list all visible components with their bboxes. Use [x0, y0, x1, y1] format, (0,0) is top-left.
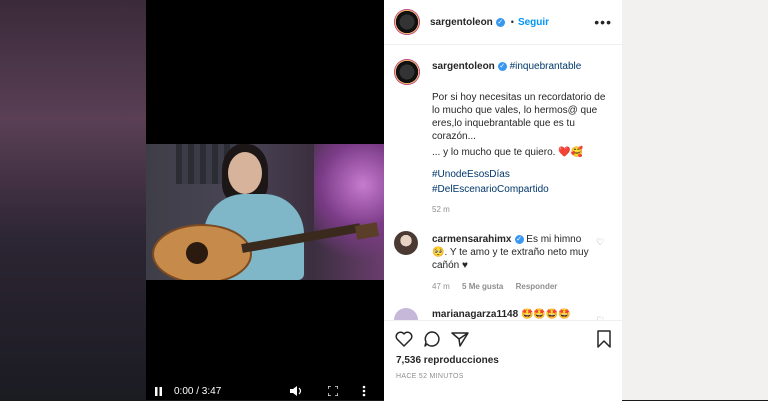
caption-body: Por si hoy necesitas un recordatorio de … — [432, 91, 612, 159]
separator-dot: • — [510, 17, 514, 27]
comment-avatar[interactable] — [394, 308, 418, 320]
caption-text-2: ... y lo mucho que te quiero. — [432, 147, 556, 158]
reply-button[interactable]: Responder — [516, 282, 558, 291]
comment-meta: 47 m 5 Me gusta Responder — [432, 282, 557, 291]
like-button[interactable] — [394, 329, 414, 349]
post-age: HACE 52 MINUTOS — [396, 373, 464, 380]
pause-icon — [155, 386, 162, 396]
pink-light — [314, 144, 384, 280]
fullscreen-button[interactable] — [328, 382, 338, 400]
view-count[interactable]: 7,536 reproducciones — [396, 355, 499, 366]
vertical-dots-icon — [362, 385, 366, 397]
caption-avatar[interactable] — [394, 59, 420, 85]
video-controls: 0:00 / 3:47 — [146, 382, 384, 400]
time-display: 0:00 / 3:47 — [174, 385, 222, 397]
post-header: sargentoleon ✓ • Seguir ••• — [384, 0, 622, 45]
fullscreen-icon — [328, 386, 338, 396]
comment-username[interactable]: marianagarza1148 — [432, 309, 518, 320]
verified-badge-icon: ✓ — [495, 17, 505, 27]
paper-plane-icon — [451, 332, 469, 347]
video-frame[interactable] — [146, 144, 384, 280]
guitar-soundhole — [186, 242, 208, 264]
hashtag-link[interactable]: #DelEscenarioCompartido — [432, 182, 612, 197]
comment-likes[interactable]: 5 Me gusta — [462, 282, 503, 291]
caption-hashtag[interactable]: #inquebrantable — [510, 61, 582, 72]
comments-area[interactable]: sargentoleon ✓ #inquebrantable Por si hoy… — [384, 45, 622, 320]
comment-username[interactable]: carmensarahimx — [432, 234, 512, 245]
comment-avatar[interactable] — [394, 231, 418, 255]
volume-icon — [290, 386, 302, 396]
caption-tags: #UnodeEsosDías #DelEscenarioCompartido — [432, 167, 612, 197]
caption-username[interactable]: sargentoleon — [432, 61, 495, 72]
heart-emoji: ❤️🥰 — [558, 147, 584, 158]
author-username[interactable]: sargentoleon — [430, 17, 493, 28]
comment-time: 47 m — [432, 282, 450, 291]
save-button[interactable] — [594, 329, 614, 349]
face — [228, 152, 262, 194]
follow-button[interactable]: Seguir — [518, 17, 549, 28]
more-options-button[interactable] — [362, 382, 366, 400]
options-icon[interactable]: ••• — [594, 14, 612, 30]
share-button[interactable] — [450, 329, 470, 349]
author-avatar[interactable] — [394, 9, 420, 35]
action-bar: 7,536 reproducciones HACE 52 MINUTOS — [384, 320, 622, 401]
comment-text: marianagarza1148 🤩🤩🤩🤩 — [432, 309, 602, 320]
verified-badge-icon: ✓ — [514, 234, 524, 244]
caption-time: 52 m — [432, 205, 450, 214]
volume-button[interactable] — [290, 382, 302, 400]
post-panel: sargentoleon ✓ • Seguir ••• sargentoleon… — [384, 0, 622, 401]
comment-text: carmensarahimx ✓ Es mi himno 🥺. Y te amo … — [432, 233, 594, 272]
video-player[interactable]: 0:00 / 3:47 — [146, 0, 384, 400]
comment-bubble-icon — [424, 331, 440, 347]
verified-badge-icon: ✓ — [497, 61, 507, 71]
comment-button[interactable] — [422, 329, 442, 349]
background-left — [0, 0, 146, 400]
background-right — [622, 0, 768, 400]
comment-body: 🤩🤩🤩🤩 — [520, 309, 571, 320]
caption-header: sargentoleon ✓ #inquebrantable — [432, 61, 612, 73]
bookmark-icon — [597, 330, 611, 348]
heart-icon — [395, 331, 413, 347]
caption-line-2: ... y lo mucho que te quiero. ❤️🥰 — [432, 146, 612, 159]
pause-button[interactable] — [154, 382, 163, 400]
caption-text: Por si hoy necesitas un recordatorio de … — [432, 92, 606, 142]
comment-like-icon[interactable]: ♡ — [596, 237, 604, 248]
hashtag-link[interactable]: #UnodeEsosDías — [432, 167, 612, 182]
